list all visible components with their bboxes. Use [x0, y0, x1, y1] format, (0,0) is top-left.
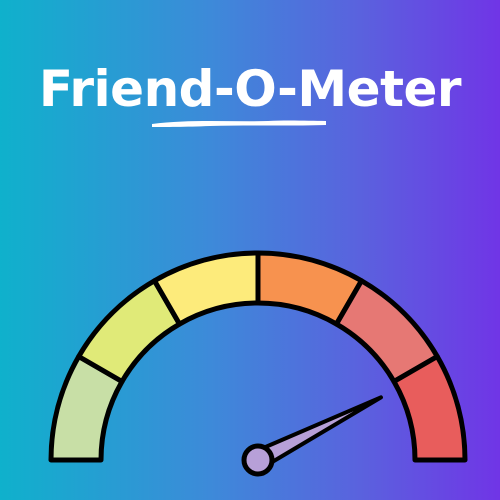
- title-underline: [152, 120, 326, 127]
- gauge-needle-hub: [241, 443, 275, 477]
- gauge: [48, 250, 468, 477]
- friend-o-meter-stage: [48, 120, 468, 477]
